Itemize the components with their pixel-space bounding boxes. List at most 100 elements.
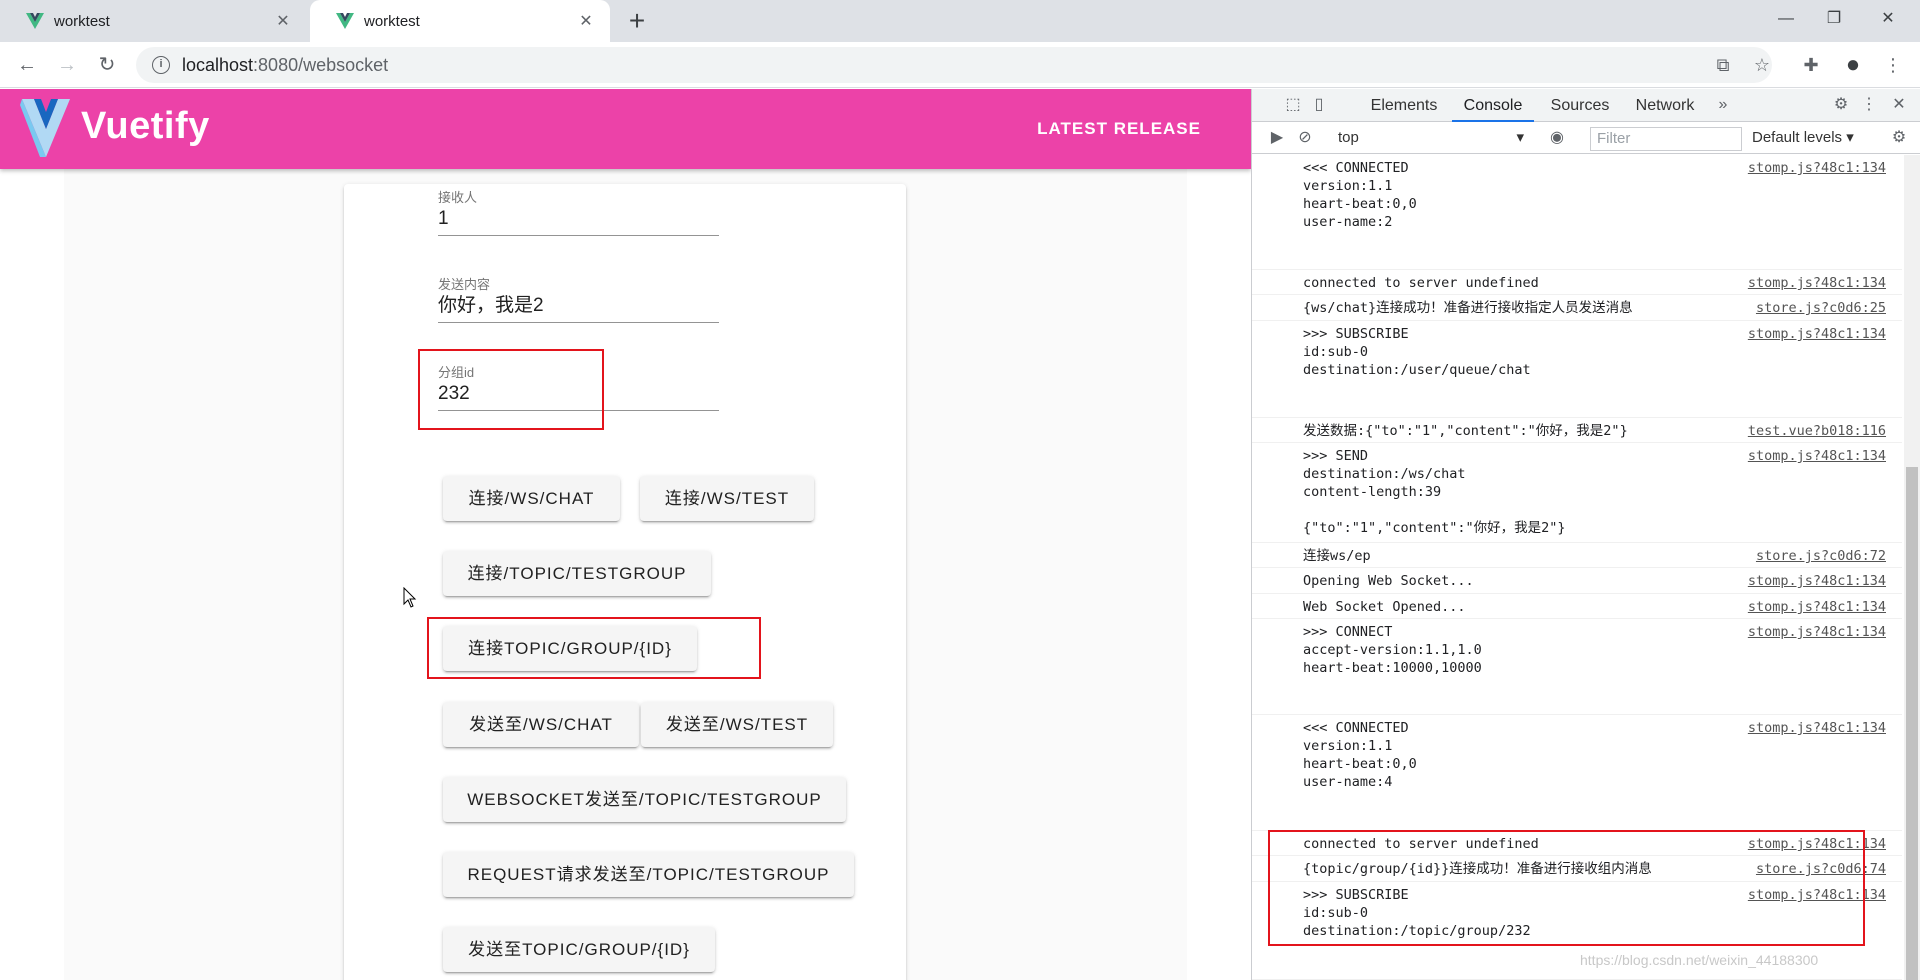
source-link[interactable]: stomp.js?48c1:134 (1748, 274, 1886, 292)
translate-icon[interactable]: ⧉ (1708, 50, 1738, 80)
clear-console-icon[interactable]: ⊘ (1294, 127, 1316, 149)
browser-tab[interactable]: worktest ✕ (0, 0, 307, 42)
info-icon[interactable]: i (152, 56, 170, 74)
field-value[interactable]: 你好，我是2 (438, 292, 719, 322)
websocket-send-testgroup-button[interactable]: WEBSOCKET发送至/TOPIC/TESTGROUP (443, 777, 846, 822)
console-message: connected to server undefined stomp.js?48… (1252, 270, 1902, 295)
bookmark-star-icon[interactable]: ☆ (1747, 50, 1777, 80)
message-text: <<< CONNECTED version:1.1 heart-beat:0,0… (1303, 720, 1417, 790)
new-tab-icon[interactable]: + (622, 6, 652, 36)
connect-ws-test-button[interactable]: 连接/WS/TEST (640, 476, 814, 521)
console-toolbar: ▶ ⊘ top ▾ ◉ Filter Default levels ▾ ⚙ (1252, 123, 1920, 154)
gear-icon[interactable]: ⚙ (1830, 94, 1852, 116)
browser-tab-strip: worktest ✕ worktest ✕ + — ❐ ✕ (0, 0, 1920, 42)
receiver-field[interactable]: 接收人 1 (438, 187, 719, 236)
device-toolbar-icon[interactable]: ▯ (1308, 94, 1330, 116)
browser-tab-active[interactable]: worktest ✕ (310, 0, 610, 42)
levels-value: Default levels (1752, 129, 1843, 146)
tab-network[interactable]: Network (1626, 89, 1704, 122)
content-field[interactable]: 发送内容 你好，我是2 (438, 274, 719, 323)
close-icon[interactable]: ✕ (273, 11, 293, 31)
close-icon[interactable]: ✕ (576, 11, 596, 31)
console-message: Web Socket Opened... stomp.js?48c1:134 (1252, 594, 1902, 619)
message-text: >>> CONNECT accept-version:1.1,1.0 heart… (1303, 624, 1482, 676)
sidebar-toggle-icon[interactable]: ▶ (1266, 127, 1288, 149)
tab-sources[interactable]: Sources (1542, 89, 1618, 122)
console-message: Opening Web Socket... stomp.js?48c1:134 (1252, 568, 1902, 594)
back-icon[interactable]: ← (12, 50, 42, 80)
console-message: 连接ws/ep store.js?c0d6:72 (1252, 543, 1902, 568)
more-tabs-icon[interactable]: » (1712, 94, 1734, 116)
close-icon[interactable]: ✕ (1888, 94, 1910, 116)
message-text: >>> SUBSCRIBE id:sub-0 destination:/user… (1303, 326, 1531, 378)
address-bar[interactable]: i localhost:8080/websocket (136, 47, 1772, 83)
send-ws-test-button[interactable]: 发送至/WS/TEST (641, 702, 833, 747)
log-levels-select[interactable]: Default levels ▾ (1752, 127, 1872, 149)
url-path: :8080/websocket (253, 54, 389, 75)
maximize-icon[interactable]: ❐ (1804, 0, 1864, 38)
reload-icon[interactable]: ↻ (92, 50, 122, 80)
tab-title: worktest (54, 12, 110, 30)
send-ws-chat-button[interactable]: 发送至/WS/CHAT (443, 702, 639, 747)
context-select[interactable]: top ▾ (1332, 127, 1528, 149)
message-text: Web Socket Opened... (1303, 599, 1466, 615)
vuetify-logo-icon (20, 99, 70, 157)
message-text: 发送数据:{"to":"1","content":"你好，我是2"} (1303, 423, 1628, 439)
brand-name: Vuetify (81, 105, 210, 147)
url-host: localhost (182, 54, 254, 75)
page-viewport: Vuetify LATEST RELEASE 接收人 1 发送内容 你好，我是2… (0, 89, 1251, 980)
source-link[interactable]: store.js?c0d6:25 (1756, 299, 1886, 317)
gear-icon[interactable]: ⚙ (1888, 127, 1910, 149)
send-topic-group-id-button[interactable]: 发送至TOPIC/GROUP/{ID} (443, 927, 715, 972)
console-message: >>> SUBSCRIBE id:sub-0 destination:/user… (1252, 321, 1902, 418)
inspect-element-icon[interactable]: ⬚ (1282, 94, 1304, 116)
message-text: >>> SEND destination:/ws/chat content-le… (1303, 448, 1566, 536)
window-close-icon[interactable]: ✕ (1858, 0, 1918, 38)
filter-input[interactable]: Filter (1590, 127, 1742, 151)
connect-topic-testgroup-button[interactable]: 连接/TOPIC/TESTGROUP (443, 551, 711, 596)
tab-console[interactable]: Console (1452, 89, 1534, 122)
source-link[interactable]: stomp.js?48c1:134 (1748, 572, 1886, 590)
profile-icon[interactable]: ● (1838, 50, 1868, 80)
field-label: 接收人 (438, 190, 478, 205)
console-message: <<< CONNECTED version:1.1 heart-beat:0,0… (1252, 715, 1902, 831)
connect-ws-chat-button[interactable]: 连接/WS/CHAT (443, 476, 620, 521)
console-message: <<< CONNECTED version:1.1 heart-beat:0,0… (1252, 155, 1902, 270)
vue-logo-icon (336, 13, 354, 29)
more-options-icon[interactable]: ⋮ (1858, 94, 1880, 116)
scrollbar-thumb[interactable] (1906, 467, 1918, 980)
source-link[interactable]: stomp.js?48c1:134 (1748, 159, 1886, 177)
chevron-down-icon: ▾ (1846, 129, 1854, 146)
source-link[interactable]: stomp.js?48c1:134 (1748, 325, 1886, 343)
console-message: {ws/chat}连接成功！准备进行接收指定人员发送消息 store.js?c0d… (1252, 295, 1902, 321)
message-text: <<< CONNECTED version:1.1 heart-beat:0,0… (1303, 160, 1417, 230)
highlight-box (427, 617, 761, 679)
highlight-box (1268, 830, 1865, 946)
context-value: top (1338, 129, 1359, 146)
extensions-icon[interactable]: ✚ (1796, 50, 1826, 80)
console-message: >>> SEND destination:/ws/chat content-le… (1252, 443, 1902, 543)
request-send-testgroup-button[interactable]: REQUEST请求发送至/TOPIC/TESTGROUP (443, 852, 854, 897)
field-value[interactable]: 1 (438, 205, 719, 235)
forward-icon[interactable]: → (52, 50, 82, 80)
tab-elements[interactable]: Elements (1364, 89, 1444, 122)
latest-release-link[interactable]: LATEST RELEASE (1037, 119, 1201, 139)
menu-kebab-icon[interactable]: ⋮ (1878, 50, 1908, 80)
source-link[interactable]: stomp.js?48c1:134 (1748, 447, 1886, 465)
chevron-down-icon: ▾ (1516, 129, 1524, 146)
mouse-cursor-icon (403, 587, 417, 608)
source-link[interactable]: test.vue?b018:116 (1748, 422, 1886, 440)
highlight-box (418, 349, 604, 430)
console-message: 发送数据:{"to":"1","content":"你好，我是2"} test.v… (1252, 418, 1902, 443)
source-link[interactable]: stomp.js?48c1:134 (1748, 598, 1886, 616)
message-text: {ws/chat}连接成功！准备进行接收指定人员发送消息 (1303, 300, 1633, 316)
browser-toolbar: ← → ↻ i localhost:8080/websocket ⧉ ☆ ✚ ●… (0, 42, 1920, 88)
message-text: Opening Web Socket... (1303, 573, 1474, 589)
source-link[interactable]: store.js?c0d6:72 (1756, 547, 1886, 565)
eye-icon[interactable]: ◉ (1546, 127, 1568, 149)
vue-logo-icon (26, 13, 44, 29)
tab-title: worktest (364, 12, 420, 30)
console-message: >>> CONNECT accept-version:1.1,1.0 heart… (1252, 619, 1902, 715)
source-link[interactable]: stomp.js?48c1:134 (1748, 719, 1886, 737)
source-link[interactable]: stomp.js?48c1:134 (1748, 623, 1886, 641)
